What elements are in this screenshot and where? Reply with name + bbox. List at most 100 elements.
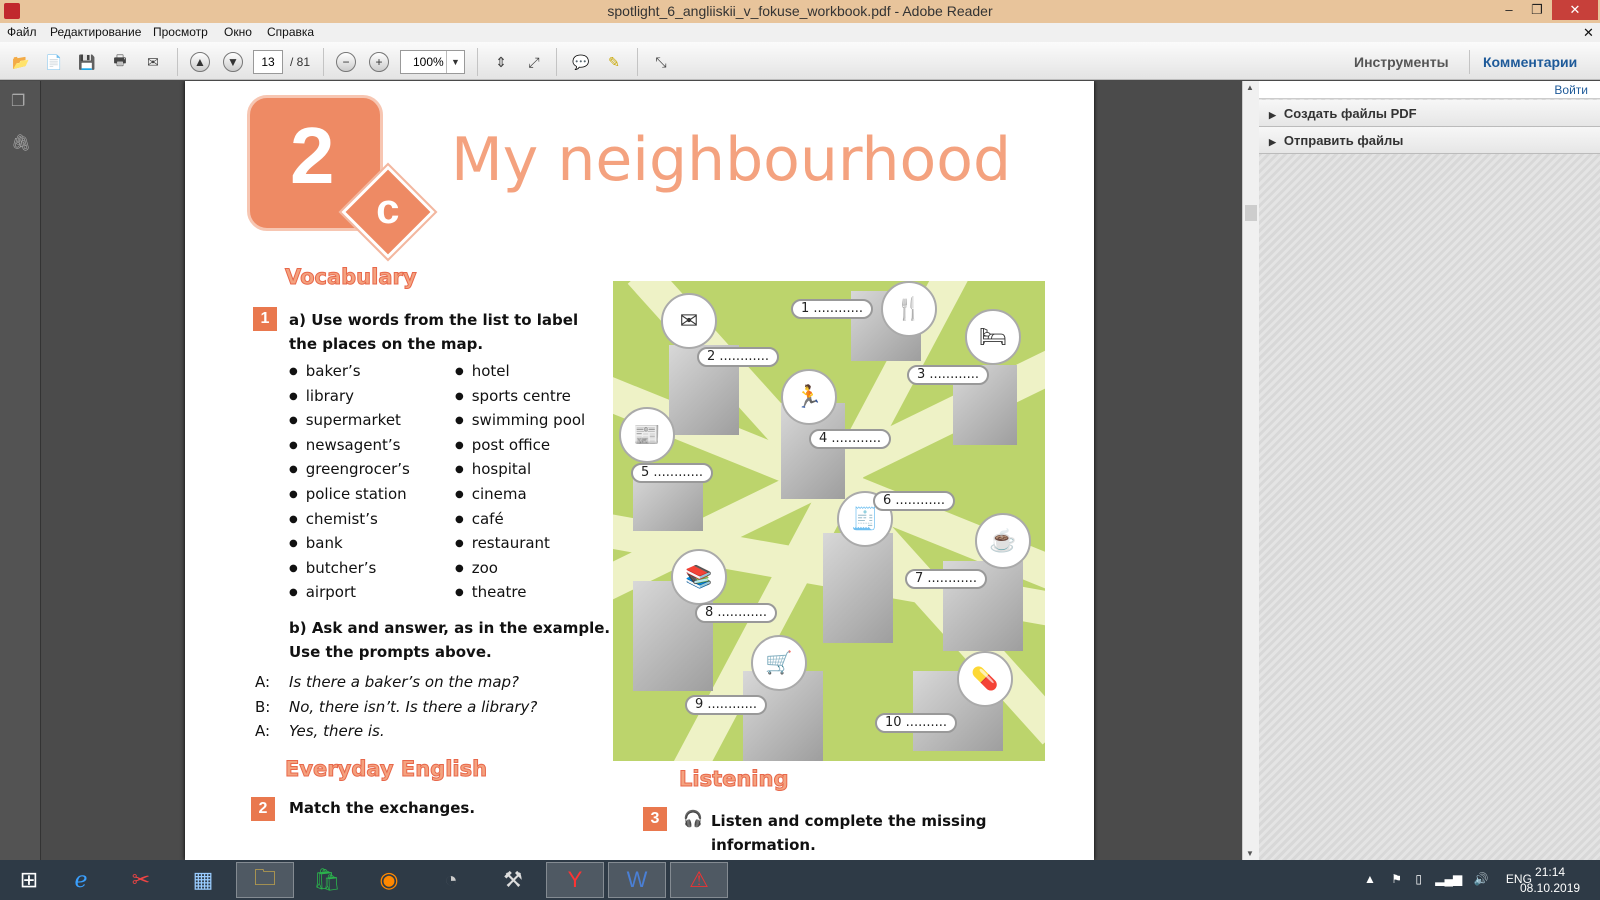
dialogue-speaker: A:: [255, 673, 271, 691]
word-list-item: hotel: [455, 362, 510, 380]
internet-explorer-icon[interactable]: ℯ: [52, 862, 110, 898]
sign-in-link[interactable]: Войти: [1554, 83, 1588, 97]
attachments-icon[interactable]: 🖇: [11, 133, 31, 153]
paint-icon[interactable]: ✂: [112, 862, 170, 898]
fullscreen-icon[interactable]: ⤡: [650, 51, 672, 73]
speedometer-icon[interactable]: ◔: [422, 862, 480, 898]
toolbar-divider: [477, 48, 478, 76]
word-list-item: library: [289, 387, 354, 405]
map-label-4: 4 ............: [809, 429, 891, 449]
neighbourhood-map: ✉ 🍴 🛏 🏃 📰 🧾 ☕ 📚 🛒 💊 1 ............ 2 ...…: [613, 281, 1045, 761]
word-list-item: airport: [289, 583, 356, 601]
menu-help[interactable]: Справка: [267, 25, 314, 39]
prev-page-button[interactable]: ▲: [189, 51, 211, 73]
acrobat-icon[interactable]: ⚠: [670, 862, 728, 898]
word-list-item: supermarket: [289, 411, 401, 429]
scrollbar-thumb[interactable]: [1245, 205, 1257, 221]
tool-icon[interactable]: ⚒: [484, 862, 542, 898]
show-hidden-icon[interactable]: ▲: [1364, 872, 1376, 886]
section-label: Создать файлы PDF: [1283, 106, 1417, 121]
print-icon[interactable]: 🖶: [109, 51, 131, 73]
section-listening: Listening: [679, 767, 789, 792]
map-label-6: 6 ............: [873, 491, 955, 511]
chrome-icon[interactable]: ◉: [360, 862, 418, 898]
create-pdf-icon[interactable]: 📄: [43, 51, 65, 73]
word-list-item: police station: [289, 485, 407, 503]
flag-icon[interactable]: ⚑: [1391, 872, 1402, 886]
restaurant-icon: 🍴: [881, 281, 937, 337]
vertical-scrollbar[interactable]: ▲ ▼: [1242, 81, 1259, 860]
word-list-item: greengrocer’s: [289, 460, 410, 478]
page-number-input[interactable]: 13: [253, 50, 283, 74]
map-label-2: 2 ............: [697, 347, 779, 367]
minimize-button[interactable]: –: [1494, 0, 1524, 20]
menu-file[interactable]: Файл: [7, 25, 37, 39]
fit-width-icon[interactable]: ⤢: [523, 51, 545, 73]
battery-icon[interactable]: ▯: [1415, 872, 1422, 886]
word-icon[interactable]: W: [608, 862, 666, 898]
send-files-section[interactable]: ▶ Отправить файлы: [1259, 127, 1600, 154]
create-pdf-section[interactable]: ▶ Создать файлы PDF: [1259, 100, 1600, 127]
map-label-5: 5 ............: [631, 463, 713, 483]
restore-button[interactable]: ❐: [1522, 0, 1552, 20]
exercise-number: 3: [643, 807, 667, 831]
plus-icon: +: [369, 52, 389, 72]
email-icon[interactable]: ✉: [142, 51, 164, 73]
word-list-item: zoo: [455, 559, 498, 577]
toolbar: 📂 📄 💾 🖶 ✉ ▲ ▼ 13 / 81 − + 100% ▼ ⇕ ⤢ 💬 ✎ …: [0, 42, 1600, 80]
map-label-1: 1 ............: [791, 299, 873, 319]
next-page-button[interactable]: ▼: [222, 51, 244, 73]
map-label-9: 9 ............: [685, 695, 767, 715]
save-icon[interactable]: 💾: [76, 51, 98, 73]
zoom-select[interactable]: 100% ▼: [400, 50, 465, 74]
yandex-browser-icon[interactable]: Y: [546, 862, 604, 898]
close-button[interactable]: ✕: [1552, 0, 1598, 20]
menu-view[interactable]: Просмотр: [153, 25, 208, 39]
zoom-in-button[interactable]: +: [368, 51, 390, 73]
word-list-item: restaurant: [455, 534, 550, 552]
scroll-up-icon[interactable]: ▲: [1246, 83, 1254, 92]
doc-close-icon[interactable]: ✕: [1583, 25, 1594, 41]
open-icon[interactable]: 📂: [10, 51, 32, 73]
dialogue-line: No, there isn’t. Is there a library?: [289, 697, 538, 716]
shopping-cart-icon: 🛒: [751, 635, 807, 691]
document-viewport[interactable]: 2 c My neighbourhood Vocabulary 1 a) Use…: [42, 81, 1242, 860]
map-label-8: 8 ............: [695, 603, 777, 623]
map-label-7: 7 ............: [905, 569, 987, 589]
system-tray: ▲ ⚑ ▯ ▂▄▆ 🔊 ENG: [1364, 872, 1532, 886]
expand-triangle-icon: ▶: [1269, 110, 1276, 120]
signal-icon[interactable]: ▂▄▆: [1435, 872, 1462, 886]
dialogue-speaker: B:: [255, 697, 271, 716]
clock-time: 21:14: [1535, 865, 1566, 879]
pdf-page: 2 c My neighbourhood Vocabulary 1 a) Use…: [185, 81, 1094, 860]
calculator-icon[interactable]: ▦: [174, 862, 232, 898]
scroll-down-icon[interactable]: ▼: [1246, 849, 1254, 858]
tools-panel: Войти ▶ Создать файлы PDF ▶ Отправить файл…: [1259, 81, 1600, 860]
page-title: My neighbourhood: [451, 125, 1012, 195]
fit-page-icon[interactable]: ⇕: [490, 51, 512, 73]
section-label: Отправить файлы: [1283, 133, 1404, 148]
comment-icon[interactable]: 💬: [570, 51, 592, 73]
volume-icon[interactable]: 🔊: [1474, 872, 1489, 886]
window-title: spotlight_6_angliiskii_v_fokuse_workbook…: [607, 3, 993, 19]
menu-window[interactable]: Окно: [224, 25, 252, 39]
page-thumbnails-icon[interactable]: ❐: [11, 91, 31, 111]
highlight-icon[interactable]: ✎: [603, 51, 625, 73]
exercise-3-instruction: Listen and complete the missing informat…: [711, 812, 987, 854]
file-explorer-icon[interactable]: 🗀: [236, 862, 294, 898]
start-button[interactable]: ⊞: [0, 862, 58, 898]
arrow-down-icon: ▼: [223, 52, 243, 72]
taskbar: ⊞ ℯ ✂ ▦ 🗀 🛍 ◉ ◔ ⚒ Y W ⚠ ▲ ⚑ ▯ ▂▄▆ 🔊 ENG …: [0, 860, 1600, 900]
tools-tab[interactable]: Инструменты: [1354, 54, 1449, 70]
title-bar: spotlight_6_angliiskii_v_fokuse_workbook…: [0, 0, 1600, 23]
clock[interactable]: 21:14 08.10.2019: [1520, 864, 1580, 896]
dialogue-line: Is there a baker’s on the map?: [289, 673, 520, 691]
store-icon[interactable]: 🛍: [298, 862, 356, 898]
menu-edit[interactable]: Редактирование: [50, 25, 141, 39]
dialogue-line: Yes, there is.: [289, 722, 385, 740]
zoom-out-button[interactable]: −: [335, 51, 357, 73]
minus-icon: −: [336, 52, 356, 72]
comments-tab[interactable]: Комментарии: [1483, 54, 1577, 70]
word-list-item: chemist’s: [289, 510, 378, 528]
chevron-down-icon[interactable]: ▼: [446, 51, 464, 73]
